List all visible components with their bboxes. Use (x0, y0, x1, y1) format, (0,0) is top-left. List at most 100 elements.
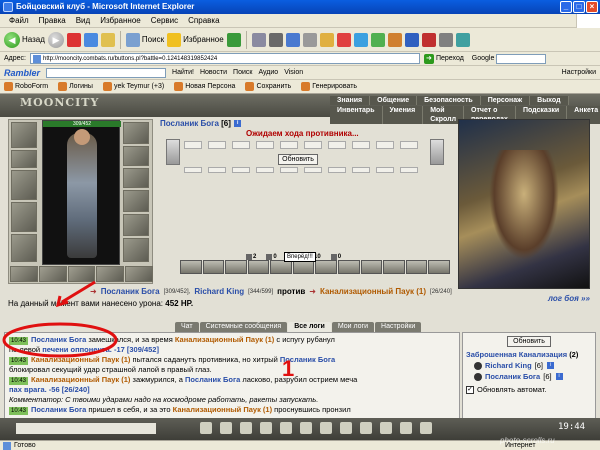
tab-my-logs[interactable]: Мои логи (331, 322, 375, 332)
rambler-settings-link[interactable]: Настройки (562, 69, 596, 76)
quick-slot[interactable] (38, 266, 67, 282)
battle-log-link[interactable]: лог боя »» (548, 294, 590, 303)
print-icon[interactable] (268, 32, 283, 47)
battle-refresh-button[interactable]: Обновить (278, 154, 318, 165)
forward-arrow-icon[interactable]: ▶ (47, 31, 64, 48)
attack-zone[interactable] (232, 141, 250, 149)
attack-zone[interactable] (352, 141, 370, 149)
defense-zone[interactable] (184, 167, 202, 173)
quick-slot[interactable] (96, 266, 125, 282)
skill-slot[interactable] (202, 260, 225, 274)
skill-slot[interactable] (225, 260, 247, 274)
defense-zone[interactable] (400, 167, 418, 173)
nav-security[interactable]: Безопасность (417, 96, 481, 105)
skill-slot[interactable] (315, 260, 338, 274)
search-button[interactable]: Поиск (125, 32, 164, 47)
skill-slot[interactable] (360, 260, 383, 274)
defense-zone[interactable] (376, 167, 394, 173)
info-icon[interactable]: i (234, 120, 242, 128)
info-icon[interactable]: i (555, 373, 563, 380)
roboform-save[interactable]: Сохранить (245, 82, 291, 91)
tool-icon[interactable] (387, 32, 402, 47)
back-button[interactable]: ◀ Назад (4, 31, 45, 48)
matchup-ally[interactable]: Richard King (194, 287, 244, 296)
nav-exit[interactable]: Выход (530, 96, 569, 105)
location-player[interactable]: Посланик Бога [6] i (474, 372, 592, 381)
skill-slot[interactable] (383, 260, 405, 274)
minimize-icon[interactable]: _ (560, 1, 572, 13)
tab-chat[interactable]: Чат (175, 322, 199, 332)
edit-icon[interactable] (285, 32, 300, 47)
nav-communication[interactable]: Общение (370, 96, 418, 105)
belt-slot[interactable] (11, 234, 37, 262)
chat-tool-icon[interactable] (360, 422, 372, 434)
home-icon[interactable] (100, 32, 115, 47)
mail-icon[interactable] (251, 32, 266, 47)
menu-favorites[interactable]: Избранное (95, 14, 146, 27)
chat-tool-icon[interactable] (300, 422, 312, 434)
chat-tool-icon[interactable] (320, 422, 332, 434)
helmet-slot[interactable] (11, 122, 37, 148)
attack-zone[interactable] (280, 141, 298, 149)
maximize-icon[interactable]: □ (573, 1, 585, 13)
quick-slot[interactable] (10, 266, 38, 282)
attack-zone[interactable] (184, 141, 202, 149)
quick-slot[interactable] (125, 266, 153, 282)
skill-slot[interactable] (247, 260, 270, 274)
skill-slot[interactable] (405, 260, 428, 274)
globe-icon[interactable] (404, 32, 419, 47)
defense-zone[interactable] (256, 167, 274, 173)
skill-slot[interactable] (292, 260, 315, 274)
folder-icon[interactable] (319, 32, 334, 47)
menu-tools[interactable]: Сервис (146, 14, 183, 27)
rambler-search-link[interactable]: Поиск (233, 69, 252, 76)
refresh-icon[interactable] (83, 32, 98, 47)
skill-slot[interactable] (338, 260, 360, 274)
nav-character[interactable]: Персонаж (480, 96, 531, 105)
auto-refresh-option[interactable]: ✓ Обновлять автомат. (466, 385, 592, 394)
roboform-user[interactable]: yek Teymur (+3) (102, 82, 164, 91)
weapon-slot[interactable] (11, 170, 37, 200)
rambler-audio-link[interactable]: Аудио (258, 69, 278, 76)
ring-slot[interactable] (123, 168, 149, 188)
amulet-slot[interactable] (123, 146, 149, 166)
chat-tool-icon[interactable] (340, 422, 352, 434)
tab-all-logs[interactable]: Все логи (288, 322, 331, 332)
rambler-news-link[interactable]: Новости (200, 69, 227, 76)
messenger-icon[interactable] (336, 32, 351, 47)
chat-tool-icon[interactable] (240, 422, 252, 434)
chat-input[interactable] (16, 423, 156, 434)
matchup-self[interactable]: Посланик Бога (101, 287, 160, 296)
skill-slot[interactable] (428, 260, 450, 274)
chat-tool-icon[interactable] (200, 422, 212, 434)
icq-icon[interactable] (370, 32, 385, 47)
close-icon[interactable]: × (586, 1, 598, 13)
attack-zone[interactable] (328, 141, 346, 149)
rambler-search-input[interactable] (46, 67, 167, 78)
nav-knowledge[interactable]: Знания (330, 96, 371, 105)
roboform-new-persona[interactable]: Новая Персона (174, 82, 235, 91)
location-refresh-button[interactable]: Обновить (507, 336, 551, 347)
location-player[interactable]: Richard King [6] i (474, 361, 592, 370)
tab-system-messages[interactable]: Системные сообщения (199, 322, 288, 332)
skill-slot[interactable] (270, 260, 292, 274)
menu-edit[interactable]: Правка (34, 14, 71, 27)
stop-icon[interactable] (66, 32, 81, 47)
defense-zone[interactable] (232, 167, 250, 173)
attack-zone[interactable] (376, 141, 394, 149)
defense-zone[interactable] (328, 167, 346, 173)
history-icon[interactable] (226, 32, 241, 47)
tab-settings[interactable]: Настройки (375, 322, 422, 332)
player-name[interactable]: Посланик Бога [6] i (160, 119, 242, 128)
attack-zone[interactable] (208, 141, 226, 149)
earring-slot[interactable] (123, 122, 149, 144)
auto-refresh-checkbox[interactable]: ✓ (466, 385, 474, 394)
settings-icon[interactable] (438, 32, 453, 47)
defense-zone[interactable] (280, 167, 298, 173)
chat-tool-icon[interactable] (400, 422, 412, 434)
attack-zone[interactable] (400, 141, 418, 149)
defense-zone[interactable] (304, 167, 322, 173)
google-search-input[interactable] (496, 53, 547, 64)
rambler-find-button[interactable]: Найти! (172, 69, 194, 76)
chat-tool-icon[interactable] (220, 422, 232, 434)
